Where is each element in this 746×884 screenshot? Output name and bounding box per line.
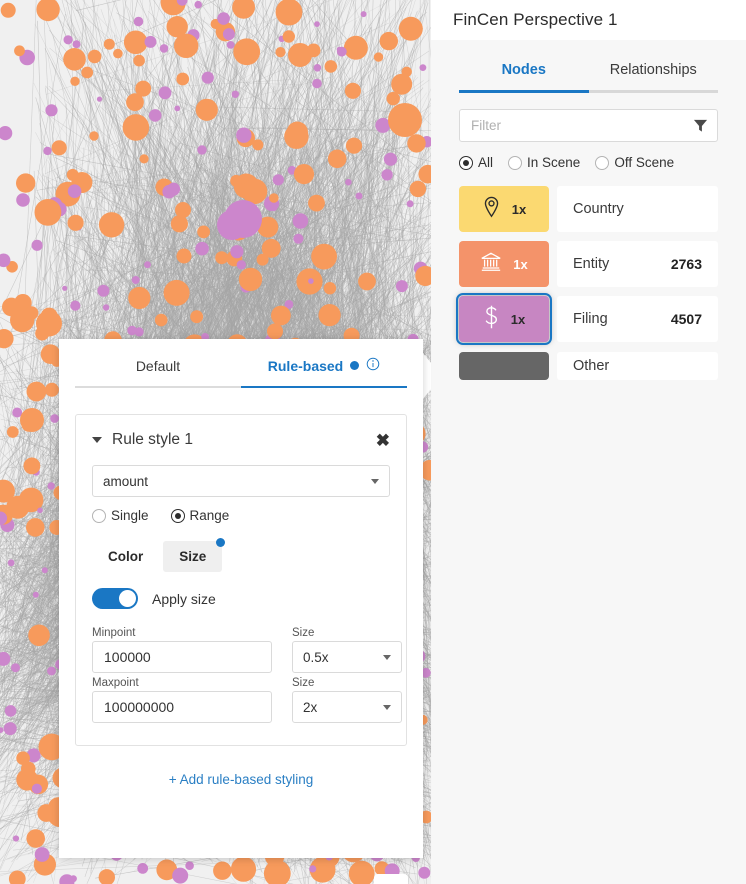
sidebar-tabs: Nodes Relationships (431, 52, 746, 93)
right-sidebar: FinCen Perspective 1 Nodes Relationships… (431, 0, 746, 884)
radio-single[interactable]: Single (92, 508, 149, 523)
style-panel: Default Rule-based Rule style 1 ✖ amount… (59, 339, 423, 858)
map-pin-icon (482, 196, 501, 223)
legend-row-country: 1x Country (459, 186, 718, 232)
minpoint-size-value: 0.5x (303, 649, 329, 665)
legend-body-entity[interactable]: Entity 2763 (557, 241, 718, 287)
tab-default[interactable]: Default (75, 339, 241, 388)
rule-title: Rule style 1 (112, 431, 193, 448)
chevron-down-icon (383, 654, 391, 660)
radio-single-indicator[interactable] (92, 508, 106, 523)
tab-rule-based-label: Rule-based (267, 357, 344, 374)
info-circle-icon[interactable] (366, 357, 380, 374)
legend-swatch-country[interactable]: 1x (459, 186, 549, 232)
legend-multiplier-entity: 1x (513, 256, 528, 272)
legend-count-entity: 2763 (670, 256, 702, 272)
page-title: FinCen Perspective 1 (453, 10, 618, 29)
add-rule-based-styling-link[interactable]: + Add rule-based styling (59, 772, 423, 787)
minpoint-size-group: Size 0.5x (292, 627, 402, 673)
radio-range[interactable]: Range (170, 508, 230, 523)
tab-nodes[interactable]: Nodes (459, 52, 589, 93)
apply-size-toggle[interactable] (92, 588, 138, 609)
chevron-down-icon (371, 478, 379, 484)
scope-radio-group: All In Scene Off Scene (459, 155, 718, 170)
legend-row-entity: 1x Entity 2763 (459, 241, 718, 287)
tab-relationships[interactable]: Relationships (588, 52, 718, 93)
legend-label-country: Country (573, 201, 624, 217)
legend-row-filing: 1x Filing 4507 (456, 293, 718, 345)
maxpoint-input[interactable] (92, 691, 272, 723)
radio-all-label: All (478, 155, 494, 170)
minpoint-field-group: Minpoint (92, 627, 272, 673)
minpoint-label: Minpoint (92, 627, 136, 639)
property-select[interactable]: amount (92, 465, 390, 497)
radio-in-scene-indicator[interactable] (508, 155, 523, 170)
minpoint-size-select[interactable]: 0.5x (292, 641, 402, 673)
chevron-down-icon (383, 704, 391, 710)
radio-all[interactable]: All (459, 155, 493, 170)
node-legend-list: 1x Country 1x Entity 2763 1x Filing 4507… (456, 186, 718, 381)
legend-label-other: Other (573, 358, 610, 374)
radio-in-scene-label: In Scene (527, 155, 581, 170)
tab-default-label: Default (135, 357, 181, 374)
legend-label-filing: Filing (573, 311, 608, 327)
tab-rule-based[interactable]: Rule-based (241, 339, 407, 388)
legend-swatch-filing[interactable]: 1x (456, 293, 552, 345)
radio-off-scene-indicator[interactable] (595, 155, 610, 170)
rule-style-card: Rule style 1 ✖ amount Single Range Color (75, 414, 407, 746)
rule-card-header: Rule style 1 ✖ (92, 431, 390, 449)
legend-swatch-entity[interactable]: 1x (459, 241, 549, 287)
radio-range-label: Range (189, 508, 230, 523)
apply-size-toggle-row: Apply size (92, 588, 390, 609)
style-panel-tabs: Default Rule-based (59, 339, 423, 388)
maxpoint-label: Maxpoint (92, 677, 139, 689)
application-root: FinCen Perspective 1 Nodes Relationships… (0, 0, 746, 884)
rule-mode-radio-group: Single Range (92, 508, 390, 523)
segment-size-badge-icon (216, 538, 226, 547)
radio-all-indicator[interactable] (459, 155, 473, 170)
radio-off-scene[interactable]: Off Scene (595, 155, 674, 170)
radio-in-scene[interactable]: In Scene (508, 155, 580, 170)
close-icon[interactable]: ✖ (376, 432, 390, 449)
apply-size-label: Apply size (152, 590, 216, 607)
bottom-floating-chip[interactable] (374, 874, 408, 884)
radio-off-scene-label: Off Scene (614, 155, 675, 170)
maxpoint-field-group: Maxpoint (92, 677, 272, 723)
maxpoint-size-label: Size (292, 677, 315, 689)
legend-label-entity: Entity (573, 256, 610, 272)
chevron-down-icon[interactable] (92, 437, 102, 443)
segment-size-label: Size (179, 549, 207, 564)
legend-multiplier-country: 1x (511, 201, 527, 217)
rule-active-dot-icon (350, 361, 360, 370)
style-type-segmented-control: Color Size (92, 538, 390, 572)
search-input[interactable] (459, 109, 718, 142)
filter-container (459, 109, 718, 142)
maxpoint-size-value: 2x (303, 699, 318, 715)
toggle-knob (119, 590, 136, 607)
segment-color[interactable]: Color (92, 541, 159, 572)
legend-count-filing: 4507 (670, 311, 702, 327)
legend-swatch-other[interactable] (459, 352, 549, 380)
radio-range-indicator[interactable] (170, 508, 185, 523)
radio-single-label: Single (111, 508, 149, 523)
range-fields-grid: Minpoint Size 0.5x Maxpoint Size (92, 627, 402, 723)
segment-size[interactable]: Size (163, 538, 226, 572)
legend-row-other: Other (459, 351, 718, 381)
bank-icon (480, 251, 502, 278)
minpoint-size-label: Size (292, 627, 315, 639)
dollar-icon (483, 305, 500, 334)
legend-body-other[interactable]: Other (557, 352, 718, 380)
legend-multiplier-filing: 1x (510, 311, 526, 327)
maxpoint-size-group: Size 2x (292, 677, 402, 723)
maxpoint-size-select[interactable]: 2x (292, 691, 402, 723)
sidebar-header: FinCen Perspective 1 (431, 0, 746, 40)
minpoint-input[interactable] (92, 641, 272, 673)
property-select-value: amount (103, 473, 149, 489)
legend-body-country[interactable]: Country (557, 186, 718, 232)
legend-body-filing[interactable]: Filing 4507 (557, 296, 718, 342)
